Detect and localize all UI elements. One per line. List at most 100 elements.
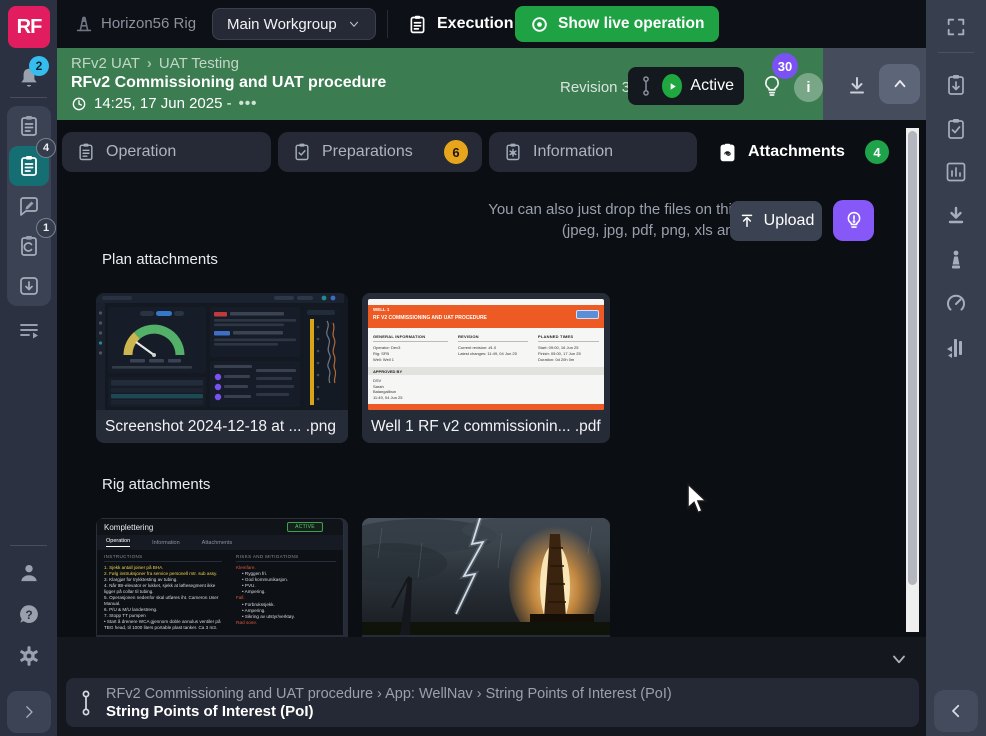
- lightbulb-exclaim-icon: [843, 210, 865, 232]
- string-connector-icon: [78, 689, 94, 717]
- suggestion-button[interactable]: [833, 200, 874, 241]
- sidebar-divider-bottom: [10, 545, 47, 546]
- right-sidebar-collapse-button[interactable]: [934, 690, 978, 732]
- risk-group-items: Forbrukssjekk.Ampering.Sikring av utstyr…: [236, 602, 336, 620]
- tab-label: Preparations: [322, 143, 413, 161]
- komplettering-thumbnail: Komplettering ACTIVE Operation Informati…: [96, 518, 348, 635]
- tab-label: Operation: [106, 143, 176, 161]
- tool-clipboard-check[interactable]: [943, 116, 969, 142]
- gear-icon: [16, 643, 42, 669]
- risks-heading: RISKS AND MITIGATIONS: [236, 554, 336, 562]
- tab-label: Information: [533, 143, 613, 161]
- attachment-card-rig-photo[interactable]: [362, 518, 610, 637]
- string-connector-icon: [638, 75, 654, 97]
- execution-mode[interactable]: Execution: [407, 0, 513, 48]
- ideas-badge: 30: [772, 53, 798, 79]
- notifications-badge: 2: [29, 56, 49, 76]
- fullscreen-button[interactable]: [943, 14, 969, 40]
- rig-photo-thumbnail: [362, 518, 610, 635]
- file-name: Well 1 RF v2 commissionin... .pdf: [362, 410, 610, 443]
- sidebar-item-profile[interactable]: [7, 553, 51, 593]
- sidebar-item-inbox[interactable]: [7, 266, 51, 306]
- header-actions-panel: [823, 48, 926, 120]
- clipboard-check-icon: [292, 142, 312, 162]
- tool-downloads[interactable]: [943, 203, 969, 229]
- breadcrumb-child[interactable]: UAT Testing: [159, 55, 239, 72]
- clipboard-text-icon: [76, 142, 96, 162]
- pdf-section-heading: REVISION: [458, 334, 528, 342]
- collapse-panel-button[interactable]: [889, 649, 909, 669]
- attachments-page: Operation Preparations 6 Information Att…: [57, 120, 926, 637]
- content-scrollbar-thumb[interactable]: [908, 131, 917, 585]
- instructions-heading: INSTRUCTIONS: [104, 554, 222, 562]
- chat-edit-icon: [17, 194, 41, 218]
- sidebar-item-settings[interactable]: [7, 636, 51, 676]
- drop-hint: You can also just drop the files on this…: [377, 199, 777, 241]
- pdf-general-info: Operator: Dev3Rig: SFBWell: Well 1: [373, 345, 448, 363]
- tab-information[interactable]: Information: [489, 132, 697, 172]
- tool-drillstring[interactable]: [943, 335, 969, 361]
- sidebar-divider: [10, 97, 47, 98]
- show-live-operation-button[interactable]: Show live operation: [515, 6, 719, 42]
- right-sidebar: [926, 0, 986, 736]
- collapse-header-button[interactable]: [879, 64, 920, 104]
- chevron-up-icon: [891, 75, 909, 93]
- active-step-bar[interactable]: RFv2 Commissioning and UAT procedure › A…: [66, 678, 919, 727]
- upload-label: Upload: [764, 212, 815, 230]
- attachment-card-komplettering[interactable]: Komplettering ACTIVE Operation Informati…: [96, 518, 348, 637]
- tab-preparations[interactable]: Preparations 6: [278, 132, 482, 172]
- workgroup-selector[interactable]: Main Workgroup: [212, 8, 376, 40]
- clock-icon: [71, 96, 87, 112]
- info-button[interactable]: i: [794, 73, 823, 102]
- breadcrumb-parent[interactable]: RFv2 UAT: [71, 55, 140, 72]
- help-icon: ?: [16, 602, 42, 628]
- drill-tool-icon: [944, 248, 968, 272]
- live-record-icon: [530, 15, 549, 34]
- execution-label: Execution: [437, 15, 513, 33]
- sidebar-item-activity-list[interactable]: [7, 310, 51, 350]
- download-button[interactable]: [845, 74, 869, 98]
- tool-charts[interactable]: [943, 159, 969, 185]
- sidebar-item-help[interactable]: ?: [7, 595, 51, 635]
- komplettering-tab: Information: [152, 540, 180, 546]
- attachment-card-screenshot[interactable]: Screenshot 2024-12-18 at ... .png: [96, 293, 348, 443]
- attachments-badge: 4: [865, 140, 889, 164]
- chevron-down-icon: [347, 17, 361, 31]
- status-control[interactable]: Active: [628, 67, 744, 105]
- pdf-approved-by: DSVSarahBalangalibun11:49, 04 Jun 25: [373, 378, 403, 400]
- box-download-icon: [17, 274, 41, 298]
- bar-chart-icon: [944, 160, 968, 184]
- chevron-right-icon: [20, 703, 38, 721]
- pdf-approved-heading: APPROVED BY: [368, 367, 604, 375]
- tool-drill-tool[interactable]: [943, 247, 969, 273]
- file-name: Screenshot 2024-12-18 at ... .png: [96, 410, 348, 443]
- app-logo[interactable]: RF: [8, 6, 50, 48]
- plan-attachments-title: Plan attachments: [102, 251, 218, 268]
- topbar-divider: [387, 10, 388, 38]
- procedure-timestamp-row: 14:25, 17 Jun 2025 - •••: [71, 95, 257, 112]
- more-menu[interactable]: •••: [239, 95, 258, 112]
- pdf-thumbnail: WELL 1 RF V2 COMMISSIONING AND UAT PROCE…: [362, 293, 610, 410]
- clipboard-gear-icon: [503, 142, 523, 162]
- left-sidebar: RF 2 4 1: [0, 0, 57, 736]
- pdf-well-label: WELL 1: [373, 307, 599, 312]
- procedure-timestamp: 14:25, 17 Jun 2025 -: [94, 95, 232, 112]
- screenshot-thumbnail: [96, 293, 348, 410]
- sidebar-expand-button[interactable]: [7, 691, 51, 733]
- clipboard-paperclip-icon: [717, 142, 738, 163]
- komplettering-title: Komplettering: [104, 523, 153, 532]
- download-icon: [944, 204, 968, 228]
- upload-button[interactable]: Upload: [730, 201, 822, 241]
- tool-gauges[interactable]: [943, 291, 969, 317]
- tab-attachments-active[interactable]: Attachments 4: [703, 132, 903, 172]
- derrick-icon: [73, 13, 95, 35]
- tool-clipboard-download[interactable]: [943, 72, 969, 98]
- live-button-label: Show live operation: [558, 15, 704, 33]
- tab-operation[interactable]: Operation: [62, 132, 271, 172]
- top-bar: Horizon56 Rig Main Workgroup Execution S…: [57, 0, 926, 48]
- rig-name: Horizon56 Rig: [101, 15, 196, 32]
- attachment-card-pdf[interactable]: WELL 1 RF V2 COMMISSIONING AND UAT PROCE…: [362, 293, 610, 443]
- breadcrumb-separator: ›: [147, 55, 152, 72]
- pdf-planned-times: Start: 09:00, 16 Jun 25Finish: 05:00, 17…: [538, 345, 599, 363]
- clipboard-icon: [407, 14, 428, 35]
